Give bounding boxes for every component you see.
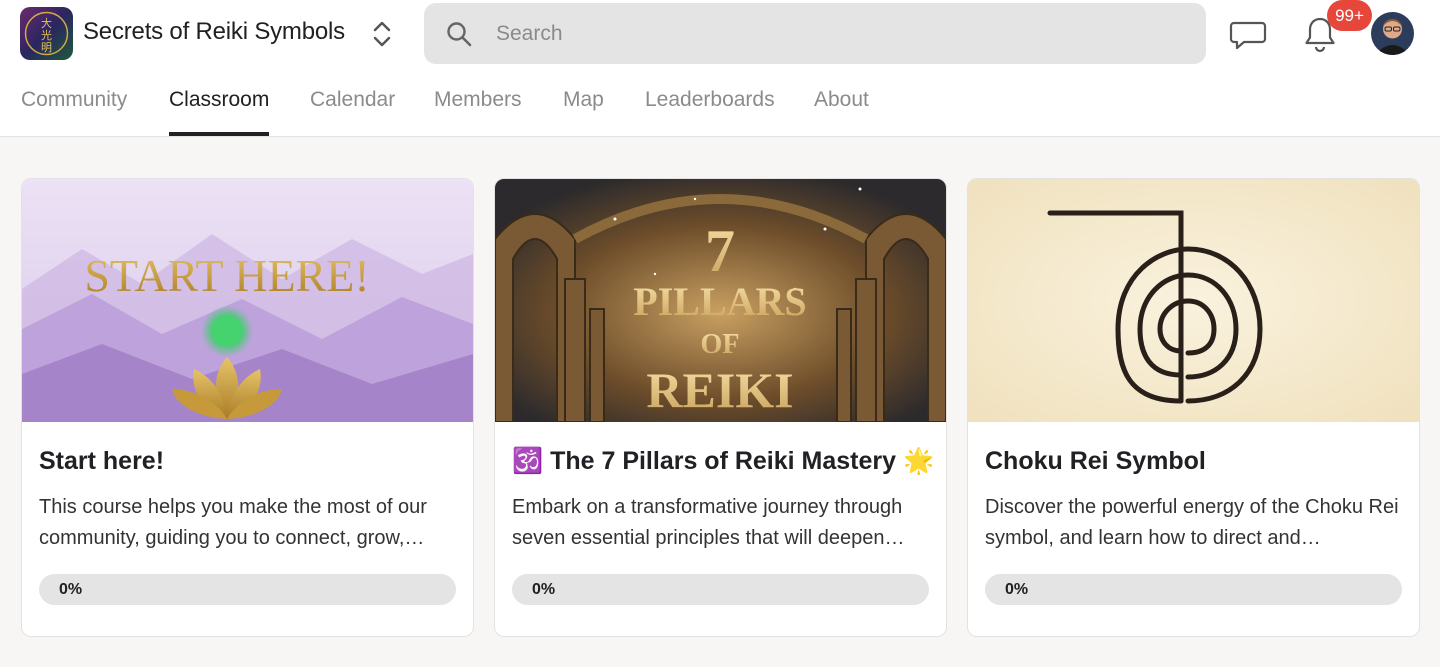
course-title[interactable]: Start here!	[39, 447, 164, 476]
community-switcher-icon[interactable]	[368, 18, 396, 50]
course-progress-bar: 0%	[512, 574, 929, 605]
avatar[interactable]	[1371, 12, 1414, 55]
course-cover-image: 7 PILLARS OF REIKI	[495, 179, 946, 422]
course-description: Embark on a transformative journey throu…	[512, 496, 905, 549]
course-title[interactable]: 🕉️ The 7 Pillars of Reiki Mastery 🌟	[512, 447, 934, 476]
notification-badge: 99+	[1327, 0, 1372, 31]
search-input[interactable]	[496, 3, 1176, 64]
course-description: Discover the powerful energy of the Chok…	[985, 496, 1399, 549]
course-card-choku-rei[interactable]: Choku Rei Symbol Discover the powerful e…	[967, 178, 1420, 637]
cover-heading: START HERE!	[84, 250, 369, 301]
community-title[interactable]: Secrets of Reiki Symbols	[83, 18, 345, 46]
tab-map[interactable]: Map	[563, 80, 604, 137]
course-cover-image	[968, 179, 1419, 422]
cover-heading-number: 7	[705, 218, 735, 284]
top-header: 大 光 明 Secrets of Reiki Symbols 99+	[0, 0, 1440, 137]
search-bar[interactable]	[424, 3, 1206, 64]
logo-char-1: 大	[41, 16, 52, 30]
tab-community[interactable]: Community	[21, 80, 127, 137]
progress-label: 0%	[59, 581, 83, 598]
course-progress-bar: 0%	[985, 574, 1402, 605]
cover-heading-reiki: REIKI	[646, 362, 793, 418]
tab-about[interactable]: About	[814, 80, 869, 137]
progress-label: 0%	[1005, 581, 1029, 598]
progress-label: 0%	[532, 581, 556, 598]
community-logo[interactable]: 大 光 明	[20, 7, 73, 60]
search-icon	[446, 21, 472, 47]
chat-icon[interactable]	[1228, 14, 1268, 54]
course-card-start-here[interactable]: START HERE! Start here! This course help…	[21, 178, 474, 637]
course-description: This course helps you make the most of o…	[39, 496, 427, 549]
course-cover-image: START HERE!	[22, 179, 473, 422]
course-progress-bar: 0%	[39, 574, 456, 605]
tab-members[interactable]: Members	[434, 80, 522, 137]
cover-heading-pillars: PILLARS	[633, 279, 806, 324]
logo-char-2: 光	[41, 28, 52, 42]
tab-calendar[interactable]: Calendar	[310, 80, 395, 137]
logo-char-3: 明	[41, 41, 52, 54]
nav-tabs: Community Classroom Calendar Members Map…	[0, 80, 1440, 137]
course-card-7-pillars[interactable]: 7 PILLARS OF REIKI 🕉️ The 7 Pillars of R…	[494, 178, 947, 637]
tab-leaderboards[interactable]: Leaderboards	[645, 80, 775, 137]
tab-classroom[interactable]: Classroom	[169, 80, 270, 137]
course-title[interactable]: Choku Rei Symbol	[985, 447, 1206, 476]
cover-heading-of: OF	[701, 329, 740, 360]
